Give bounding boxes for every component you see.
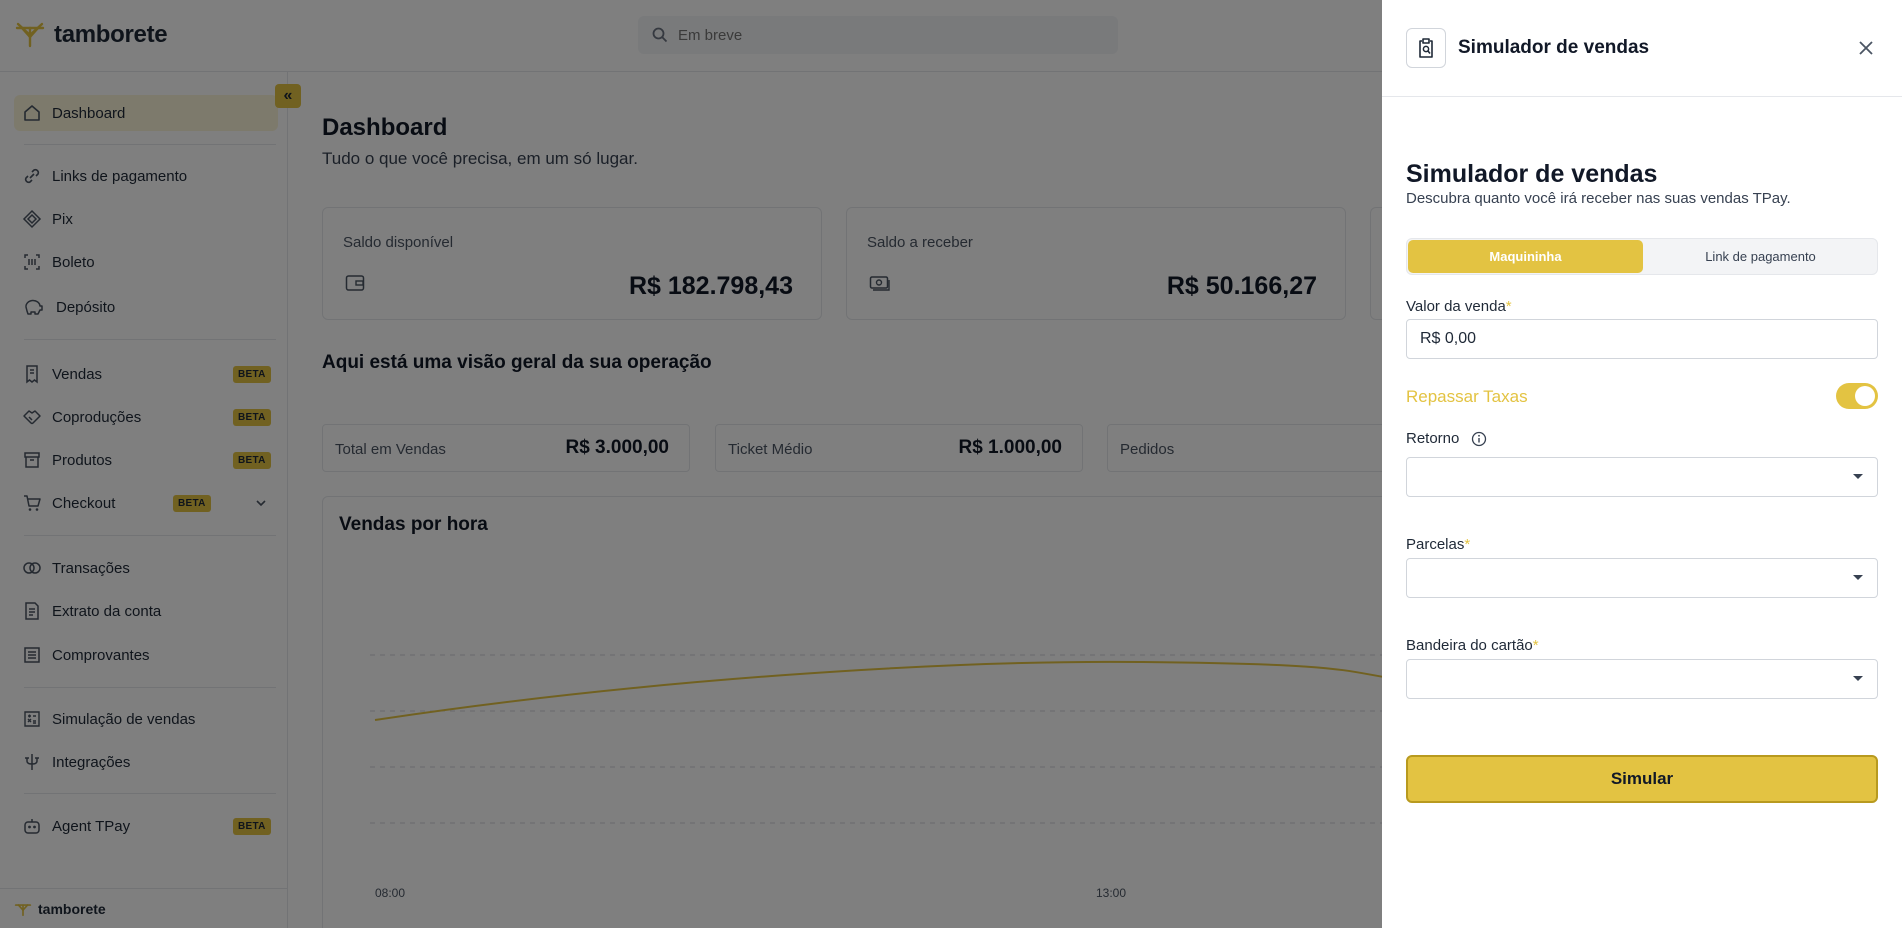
retorno-label-row: Retorno: [1406, 430, 1487, 447]
caret-down-icon: [1853, 474, 1863, 479]
retorno-label: Retorno: [1406, 430, 1460, 447]
parcelas-label: Parcelas*: [1406, 536, 1471, 553]
panel-header: Simulador de vendas: [1382, 0, 1902, 97]
close-icon[interactable]: [1854, 36, 1878, 60]
repassar-taxas-label: Repassar Taxas: [1406, 387, 1528, 406]
tab-link-pagamento[interactable]: Link de pagamento: [1643, 240, 1878, 273]
caret-down-icon: [1853, 676, 1863, 681]
sales-simulator-panel: Simulador de vendas Simulador de vendas …: [1382, 0, 1902, 928]
retorno-select[interactable]: [1406, 457, 1878, 497]
info-icon[interactable]: [1471, 431, 1487, 447]
clipboard-search-icon: [1406, 28, 1446, 68]
toggle-knob: [1855, 386, 1875, 406]
parcelas-select[interactable]: [1406, 558, 1878, 598]
modal-backdrop[interactable]: [0, 0, 1382, 928]
bandeira-select[interactable]: [1406, 659, 1878, 699]
mode-tabs: Maquininha Link de pagamento: [1406, 238, 1878, 275]
simulator-subtitle: Descubra quanto você irá receber nas sua…: [1406, 190, 1791, 207]
simular-button[interactable]: Simular: [1406, 755, 1878, 803]
bandeira-label: Bandeira do cartão*: [1406, 637, 1539, 654]
valor-venda-input[interactable]: [1406, 319, 1878, 359]
panel-header-title: Simulador de vendas: [1458, 37, 1650, 58]
caret-down-icon: [1853, 575, 1863, 580]
repassar-taxas-toggle[interactable]: [1836, 383, 1878, 409]
valor-label: Valor da venda*: [1406, 298, 1512, 315]
tab-maquininha[interactable]: Maquininha: [1408, 240, 1643, 273]
simulator-title: Simulador de vendas: [1406, 160, 1658, 188]
